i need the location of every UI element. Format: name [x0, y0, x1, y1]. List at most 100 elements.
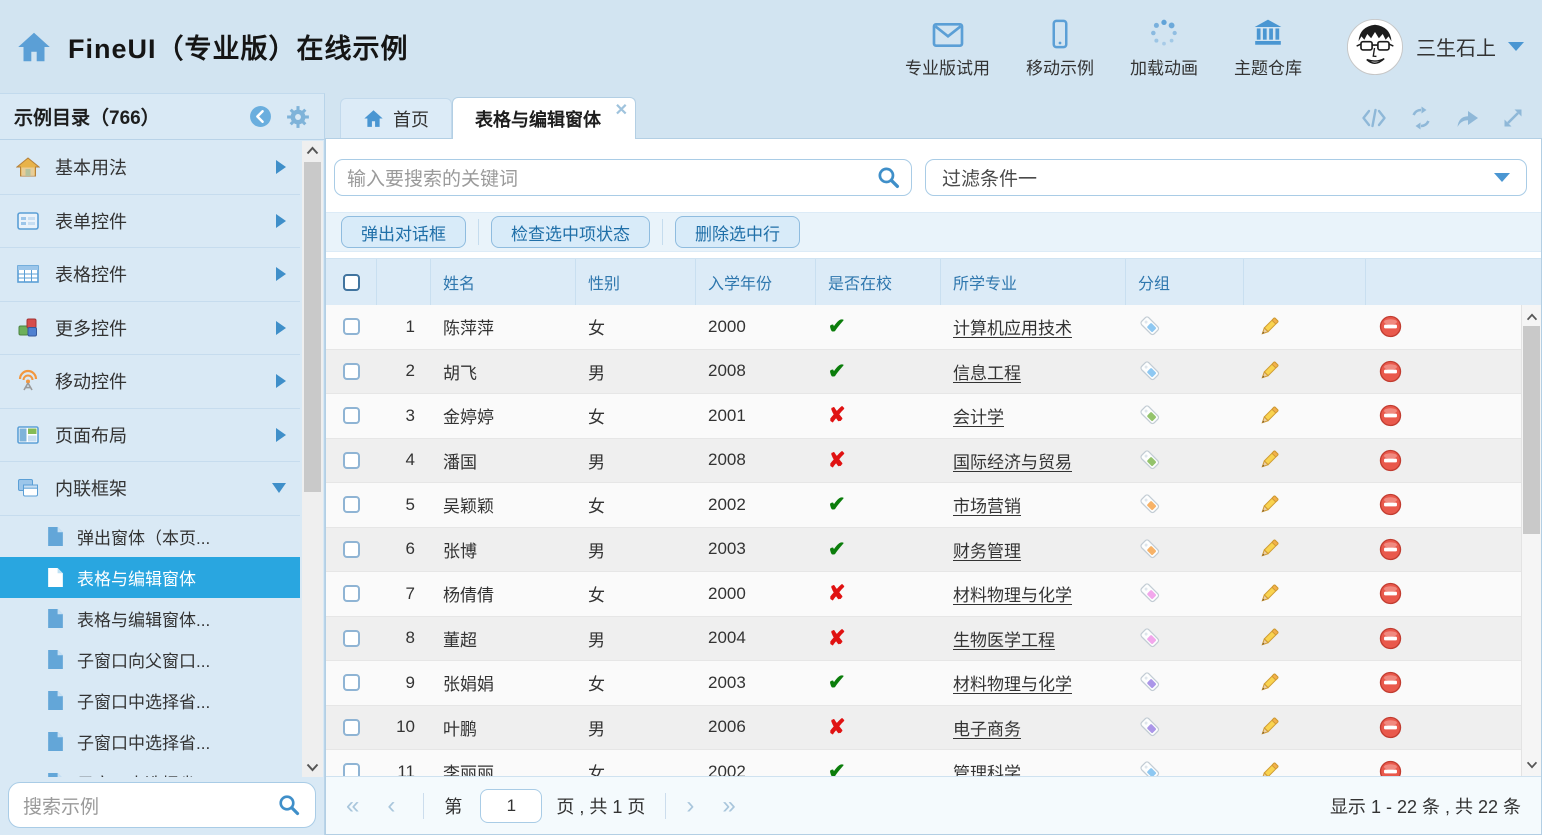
share-icon[interactable]	[1455, 107, 1480, 129]
scrollbar-thumb[interactable]	[304, 162, 321, 492]
row-checkbox[interactable]	[343, 763, 360, 776]
sidebar-group-layout[interactable]: 页面布局	[0, 409, 300, 463]
collapse-sidebar-icon[interactable]	[249, 105, 272, 128]
major-link[interactable]: 生物医学工程	[953, 626, 1055, 651]
delete-icon[interactable]	[1378, 715, 1403, 740]
delete-icon[interactable]	[1378, 537, 1403, 562]
sidebar-group-form[interactable]: 表单控件	[0, 195, 300, 249]
major-link[interactable]: 电子商务	[953, 715, 1021, 740]
edit-pencil-icon[interactable]	[1256, 759, 1282, 776]
delete-icon[interactable]	[1378, 759, 1403, 776]
delete-icon[interactable]	[1378, 626, 1403, 651]
edit-pencil-icon[interactable]	[1256, 625, 1282, 651]
sidebar-item-select-province-1[interactable]: 子窗口中选择省...	[0, 680, 300, 721]
delete-icon[interactable]	[1378, 314, 1403, 339]
open-dialog-button[interactable]: 弹出对话框	[341, 216, 466, 248]
select-all-checkbox[interactable]	[343, 274, 360, 291]
column-major[interactable]: 所学专业	[941, 259, 1126, 305]
prev-page-button[interactable]: ‹	[387, 794, 395, 818]
sidebar-group-iframe[interactable]: 内联框架	[0, 462, 300, 516]
table-scrollbar[interactable]	[1521, 305, 1541, 776]
row-checkbox[interactable]	[343, 407, 360, 424]
delete-icon[interactable]	[1378, 581, 1403, 606]
nav-mobile-demo[interactable]: 移动示例	[1026, 15, 1094, 79]
search-icon[interactable]	[277, 793, 301, 817]
major-link[interactable]: 计算机应用技术	[953, 314, 1072, 339]
sidebar-search-input[interactable]: 搜索示例	[8, 782, 316, 828]
edit-pencil-icon[interactable]	[1256, 714, 1282, 740]
row-checkbox[interactable]	[343, 541, 360, 558]
sidebar-item-select-province-2[interactable]: 子窗口中选择省...	[0, 721, 300, 762]
sidebar-item-grid-edit-window[interactable]: 表格与编辑窗体	[0, 557, 300, 598]
nav-loading-anim[interactable]: 加载动画	[1130, 15, 1198, 79]
next-page-button[interactable]: ›	[686, 794, 694, 818]
delete-icon[interactable]	[1378, 403, 1403, 428]
row-checkbox[interactable]	[343, 318, 360, 335]
delete-selected-button[interactable]: 删除选中行	[675, 216, 800, 248]
sidebar-group-basic[interactable]: 基本用法	[0, 141, 300, 195]
row-checkbox[interactable]	[343, 363, 360, 380]
major-link[interactable]: 管理科学	[953, 759, 1021, 776]
check-selected-button[interactable]: 检查选中项状态	[491, 216, 650, 248]
row-checkbox[interactable]	[343, 496, 360, 513]
edit-pencil-icon[interactable]	[1256, 447, 1282, 473]
sidebar-scrollbar[interactable]	[302, 141, 323, 777]
edit-pencil-icon[interactable]	[1256, 358, 1282, 384]
scroll-up-icon[interactable]	[302, 141, 323, 160]
expand-icon[interactable]	[1502, 107, 1524, 129]
scroll-down-icon[interactable]	[1522, 755, 1541, 774]
scrollbar-thumb[interactable]	[1523, 326, 1540, 534]
column-enrolled[interactable]: 是否在校	[816, 259, 941, 305]
tab-grid-edit-window[interactable]: 表格与编辑窗体 ✕	[452, 97, 636, 139]
sidebar-item-select-province-3[interactable]: 子窗口中选择省	[0, 762, 300, 778]
sidebar-item-child-to-parent[interactable]: 子窗口向父窗口...	[0, 639, 300, 680]
refresh-icon[interactable]	[1409, 106, 1433, 130]
sidebar-item-grid-edit-window-2[interactable]: 表格与编辑窗体...	[0, 598, 300, 639]
edit-pencil-icon[interactable]	[1256, 670, 1282, 696]
search-icon[interactable]	[876, 165, 901, 190]
edit-pencil-icon[interactable]	[1256, 536, 1282, 562]
column-year[interactable]: 入学年份	[696, 259, 816, 305]
close-icon[interactable]: ✕	[615, 100, 628, 120]
major-link[interactable]: 财务管理	[953, 537, 1021, 562]
edit-pencil-icon[interactable]	[1256, 403, 1282, 429]
sidebar-group-mobile[interactable]: 移动控件	[0, 355, 300, 409]
scroll-up-icon[interactable]	[1522, 307, 1541, 326]
row-checkbox[interactable]	[343, 630, 360, 647]
edit-pencil-icon[interactable]	[1256, 581, 1282, 607]
major-link[interactable]: 会计学	[953, 403, 1004, 428]
delete-icon[interactable]	[1378, 448, 1403, 473]
scroll-down-icon[interactable]	[302, 758, 323, 777]
user-menu[interactable]: 三生石上	[1346, 18, 1524, 76]
gear-icon[interactable]	[286, 105, 310, 129]
sidebar-group-more[interactable]: 更多控件	[0, 302, 300, 356]
column-group[interactable]: 分组	[1126, 259, 1244, 305]
nav-pro-trial[interactable]: 专业版试用	[905, 15, 990, 79]
edit-pencil-icon[interactable]	[1256, 314, 1282, 340]
nav-theme-repo[interactable]: 主题仓库	[1234, 15, 1302, 79]
tab-home[interactable]: 首页	[340, 98, 452, 138]
row-checkbox[interactable]	[343, 674, 360, 691]
column-gender[interactable]: 性别	[576, 259, 696, 305]
sidebar-group-grid[interactable]: 表格控件	[0, 248, 300, 302]
source-code-icon[interactable]	[1361, 108, 1387, 128]
major-link[interactable]: 信息工程	[953, 359, 1021, 384]
edit-pencil-icon[interactable]	[1256, 492, 1282, 518]
major-link[interactable]: 材料物理与化学	[953, 581, 1072, 606]
row-checkbox[interactable]	[343, 452, 360, 469]
row-checkbox[interactable]	[343, 585, 360, 602]
delete-icon[interactable]	[1378, 670, 1403, 695]
delete-icon[interactable]	[1378, 359, 1403, 384]
last-page-button[interactable]: »	[722, 794, 735, 818]
first-page-button[interactable]: «	[346, 794, 359, 818]
major-link[interactable]: 市场营销	[953, 492, 1021, 517]
delete-icon[interactable]	[1378, 492, 1403, 517]
column-name[interactable]: 姓名	[431, 259, 576, 305]
major-link[interactable]: 国际经济与贸易	[953, 448, 1072, 473]
keyword-search-input[interactable]: 输入要搜索的关键词	[334, 159, 912, 196]
filter-dropdown[interactable]: 过滤条件一	[925, 159, 1527, 196]
row-checkbox[interactable]	[343, 719, 360, 736]
major-link[interactable]: 材料物理与化学	[953, 670, 1072, 695]
sidebar-item-popup-window[interactable]: 弹出窗体（本页...	[0, 516, 300, 557]
page-number-input[interactable]	[480, 789, 542, 823]
